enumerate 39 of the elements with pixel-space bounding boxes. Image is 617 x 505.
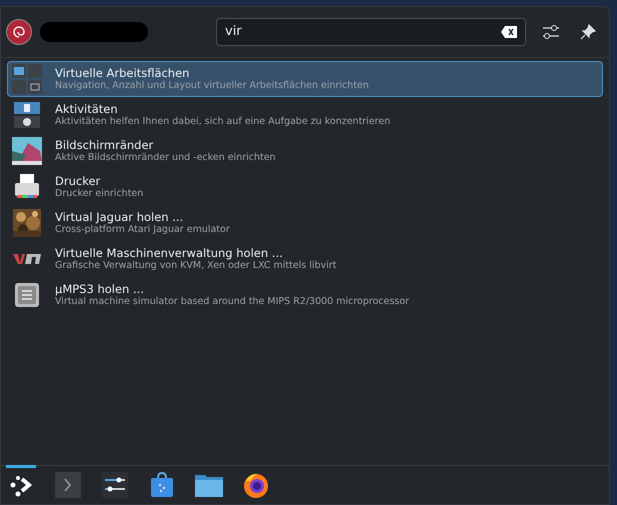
terminal-icon xyxy=(55,472,81,498)
result-item[interactable]: Virtuelle Arbeitsflächen Navigation, Anzahl und Layout virtueller Arbeitsflächen einrichten xyxy=(7,61,603,97)
search-field[interactable]: vir xyxy=(216,18,526,46)
result-title: Virtual Jaguar holen ... xyxy=(55,210,184,224)
clear-icon[interactable] xyxy=(501,26,517,38)
swirl-logo-icon xyxy=(12,25,26,39)
result-description: Cross-platform Atari Jaguar emulator xyxy=(55,224,230,236)
avatar[interactable] xyxy=(6,19,32,45)
result-description: Grafische Verwaltung von KVM, Xen oder LXC mittels libvirt xyxy=(55,260,336,272)
pin-icon[interactable] xyxy=(580,24,596,40)
vm-logo-icon xyxy=(13,252,41,266)
settings-icon[interactable] xyxy=(542,24,560,40)
sliders-icon xyxy=(102,472,128,498)
result-title: Virtuelle Arbeitsflächen xyxy=(55,66,190,80)
result-description: Virtual machine simulator based around the MIPS R2/3000 microprocessor xyxy=(55,296,410,308)
result-title: Virtuelle Maschinenverwaltung holen ... xyxy=(55,246,284,260)
result-title: µMPS3 holen ... xyxy=(55,282,145,296)
result-description: Aktivitäten helfen Ihnen dabei, sich auf eine Aufgabe zu konzentrieren xyxy=(55,116,390,128)
result-description: Drucker einrichten xyxy=(55,188,144,200)
launcher-icon xyxy=(9,473,33,497)
result-item[interactable]: Aktivitäten Aktivitäten helfen Ihnen dabei, sich auf eine Aufgabe zu konzentrieren xyxy=(7,97,603,133)
result-title: Drucker xyxy=(55,174,102,188)
result-item[interactable]: Drucker Drucker einrichten xyxy=(7,169,603,205)
activities-icon xyxy=(13,101,41,129)
result-title: Aktivitäten xyxy=(55,102,119,116)
screen-edges-icon xyxy=(12,137,42,165)
result-item[interactable]: µMPS3 holen ... Virtual machine simulator based around the MIPS R2/3000 microprocessor xyxy=(7,277,603,313)
workspaces-icon xyxy=(11,63,43,95)
result-description: Aktive Bildschirmränder und -ecken einrichten xyxy=(55,152,276,164)
printer-icon xyxy=(13,173,41,201)
result-title: Bildschirmränder xyxy=(55,138,154,152)
result-item[interactable]: Virtuelle Maschinenverwaltung holen ... Grafische Verwaltung von KVM, Xen oder LXC mittels libvirt xyxy=(7,241,603,277)
result-item[interactable]: Virtual Jaguar holen ... Cross-platform Atari Jaguar emulator xyxy=(7,205,603,241)
browser-icon xyxy=(242,471,270,499)
result-description: Navigation, Anzahl und Layout virtueller Arbeitsflächen einrichten xyxy=(55,80,369,92)
chip-icon xyxy=(13,281,41,309)
folder-icon xyxy=(195,473,223,497)
result-item[interactable]: Bildschirmränder Aktive Bildschirmränder und -ecken einrichten xyxy=(7,133,603,169)
shopping-bag-icon xyxy=(150,472,174,498)
